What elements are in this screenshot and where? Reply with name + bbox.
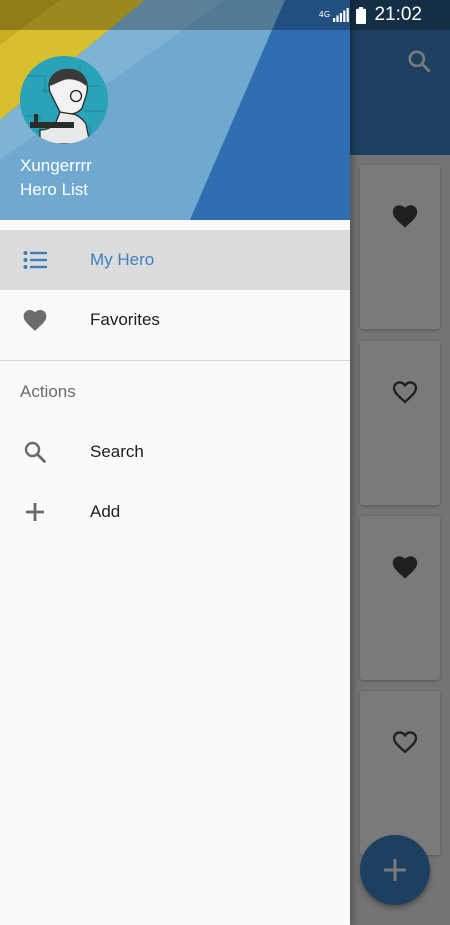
avatar-icon — [20, 56, 108, 144]
clock: 21:02 — [374, 4, 422, 25]
menu-item-label: Favorites — [90, 310, 160, 329]
drawer-header: Xungerrrr Hero List — [0, 0, 350, 220]
search-icon — [22, 439, 48, 465]
menu-item-favorites[interactable]: Favorites — [0, 290, 350, 350]
plus-icon — [22, 499, 48, 525]
avatar[interactable] — [20, 56, 108, 144]
divider — [0, 360, 350, 361]
heart-icon — [22, 307, 48, 333]
network-4g-icon: 4G — [318, 10, 331, 19]
section-title-actions: Actions — [20, 382, 76, 401]
menu-item-search[interactable]: Search — [0, 422, 350, 482]
status-bar: 4G 21:02 — [0, 0, 450, 30]
navigation-drawer: Xungerrrr Hero List My Hero Favorites Ac… — [0, 0, 350, 925]
signal-icon — [333, 8, 350, 22]
menu-item-label: Search — [90, 442, 144, 461]
battery-icon — [356, 6, 367, 24]
user-name: Xungerrrr — [20, 156, 92, 175]
menu-item-add[interactable]: Add — [0, 482, 350, 542]
app-subtitle: Hero List — [20, 180, 89, 199]
menu-item-label: My Hero — [90, 250, 155, 269]
menu-item-my-hero[interactable]: My Hero — [0, 230, 350, 290]
menu-item-label: Add — [90, 502, 121, 521]
list-icon — [22, 247, 48, 273]
